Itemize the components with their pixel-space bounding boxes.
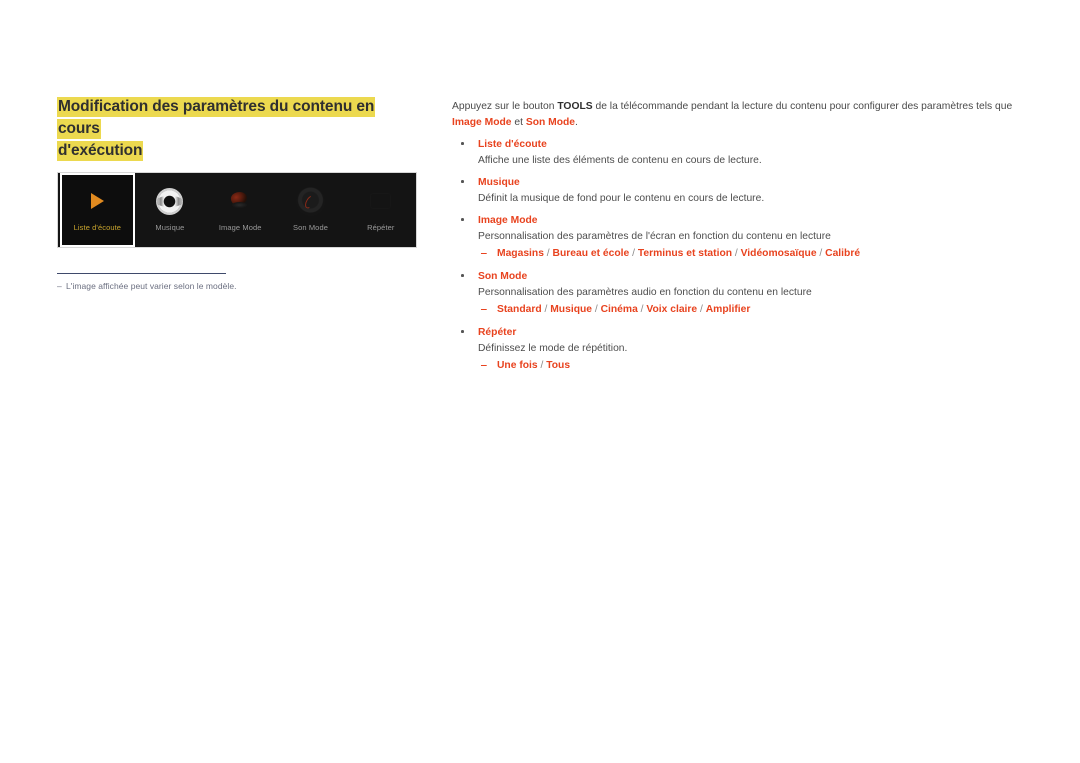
option-value: Tous bbox=[546, 360, 571, 371]
option-value: Calibré bbox=[825, 248, 861, 259]
option-value: Standard bbox=[497, 304, 542, 315]
tile-musique[interactable]: Musique bbox=[135, 173, 205, 247]
option-value: Terminus et station bbox=[637, 248, 733, 259]
bullet-title-liste-decoute: Liste d'écoute bbox=[478, 139, 547, 150]
repeat-icon bbox=[368, 184, 394, 218]
option-separator: / bbox=[543, 248, 553, 259]
device-toolbar-screenshot: Liste d'écoute Musique Image Mode Son Mo… bbox=[57, 172, 417, 248]
bullet-title-repeter: Répéter bbox=[478, 327, 517, 338]
bullet-desc-musique: Définit la musique de fond pour le conte… bbox=[478, 193, 765, 204]
sub-options-repeter: ‒ Une fois / Tous bbox=[452, 357, 1027, 375]
option-separator: / bbox=[629, 248, 638, 259]
tile-label-musique: Musique bbox=[155, 223, 185, 232]
intro-part-2: de la télécommande pendant la lecture du… bbox=[592, 101, 1013, 112]
footnote-separator bbox=[57, 273, 226, 274]
tile-image-mode[interactable]: Image Mode bbox=[205, 173, 275, 247]
intro-paragraph: Appuyez sur le bouton TOOLS de la téléco… bbox=[452, 99, 1027, 130]
bullet-title-image-mode: Image Mode bbox=[478, 215, 538, 226]
option-separator: / bbox=[541, 304, 551, 315]
tile-son-mode[interactable]: Son Mode bbox=[275, 173, 345, 247]
sub-options-repeter-text: Une fois / Tous bbox=[497, 360, 570, 371]
music-disc-icon bbox=[156, 184, 184, 218]
footnote-dash: ‒ bbox=[57, 281, 62, 291]
intro-accent-son-mode: Son Mode bbox=[525, 116, 576, 128]
list-item: Liste d'écoute Affiche une liste des élé… bbox=[452, 137, 1027, 169]
sub-options-son-mode: ‒ Standard / Musique / Cinéma / Voix cla… bbox=[452, 301, 1027, 319]
bullet-desc-son-mode: Personnalisation des paramètres audio en… bbox=[478, 287, 812, 298]
bullet-dot-icon bbox=[461, 218, 464, 221]
option-value: Amplifier bbox=[705, 304, 751, 315]
bullet-title-musique: Musique bbox=[478, 177, 520, 188]
tile-label-repeter: Répéter bbox=[367, 223, 395, 232]
bullet-row-liste-decoute: Liste d'écoute bbox=[452, 137, 1027, 153]
option-separator: / bbox=[537, 360, 547, 371]
sub-dash-icon: ‒ bbox=[481, 304, 487, 315]
sub-options-son-mode-text: Standard / Musique / Cinéma / Voix clair… bbox=[497, 304, 750, 315]
list-item: Image Mode Personnalisation des paramètr… bbox=[452, 213, 1027, 263]
tile-liste-decoute[interactable]: Liste d'écoute bbox=[60, 173, 135, 247]
tools-button-name: TOOLS bbox=[557, 101, 593, 112]
intro-part-1: Appuyez sur le bouton bbox=[452, 101, 558, 112]
page-title-line-1: Modification des paramètres du contenu e… bbox=[57, 97, 376, 139]
tile-label-son-mode: Son Mode bbox=[293, 223, 328, 232]
bullet-row-musique: Musique bbox=[452, 175, 1027, 191]
option-value: Bureau et école bbox=[552, 248, 630, 259]
option-separator: / bbox=[732, 248, 741, 259]
bullet-row-son-mode: Son Mode bbox=[452, 269, 1027, 285]
option-value: Vidéomosaïque bbox=[740, 248, 817, 259]
sound-mode-dial-icon bbox=[296, 184, 325, 218]
sub-options-image-mode: ‒ Magasins / Bureau et école / Terminus … bbox=[452, 245, 1027, 263]
tile-label-liste-decoute: Liste d'écoute bbox=[73, 223, 122, 232]
option-separator: / bbox=[816, 248, 826, 259]
sub-dash-icon: ‒ bbox=[481, 248, 487, 259]
list-item: Répéter Définissez le mode de répétition… bbox=[452, 325, 1027, 375]
option-separator: / bbox=[592, 304, 601, 315]
right-column: Appuyez sur le bouton TOOLS de la téléco… bbox=[452, 99, 1027, 381]
option-value: Musique bbox=[550, 304, 592, 315]
footnote-text: L'image affichée peut varier selon le mo… bbox=[66, 281, 237, 291]
bullet-desc-repeter: Définissez le mode de répétition. bbox=[478, 343, 628, 354]
list-item: Musique Définit la musique de fond pour … bbox=[452, 175, 1027, 207]
bullet-dot-icon bbox=[461, 180, 464, 183]
bullet-dot-icon bbox=[461, 330, 464, 333]
sub-options-image-mode-text: Magasins / Bureau et école / Terminus et… bbox=[497, 248, 860, 259]
tile-label-image-mode: Image Mode bbox=[218, 223, 262, 232]
footnote: ‒ L'image affichée peut varier selon le m… bbox=[57, 281, 237, 291]
page-title: Modification des paramètres du contenu e… bbox=[57, 96, 412, 162]
option-value: Voix claire bbox=[646, 304, 698, 315]
intro-accent-image-mode: Image Mode bbox=[452, 116, 512, 128]
bullet-dot-icon bbox=[461, 274, 464, 277]
left-column: Modification des paramètres du contenu e… bbox=[57, 96, 422, 291]
option-value: Cinéma bbox=[600, 304, 638, 315]
bullet-desc-liste-decoute: Affiche une liste des éléments de conten… bbox=[478, 155, 762, 166]
bullet-dot-icon bbox=[461, 142, 464, 145]
page-title-line-2: d'exécution bbox=[57, 141, 144, 161]
bullet-desc-image-mode: Personnalisation des paramètres de l'écr… bbox=[478, 231, 831, 242]
image-mode-icon bbox=[227, 184, 253, 218]
sub-dash-icon: ‒ bbox=[481, 360, 487, 371]
bullet-row-image-mode: Image Mode bbox=[452, 213, 1027, 229]
intro-part-4: . bbox=[575, 116, 578, 128]
bullet-row-repeter: Répéter bbox=[452, 325, 1027, 341]
list-item: Son Mode Personnalisation des paramètres… bbox=[452, 269, 1027, 319]
play-triangle-icon bbox=[90, 184, 104, 218]
option-value: Une fois bbox=[497, 360, 538, 371]
option-value: Magasins bbox=[497, 248, 544, 259]
option-separator: / bbox=[697, 304, 706, 315]
tile-repeter[interactable]: Répéter bbox=[346, 173, 416, 247]
intro-part-3: et bbox=[511, 116, 526, 128]
bullet-title-son-mode: Son Mode bbox=[478, 271, 528, 282]
